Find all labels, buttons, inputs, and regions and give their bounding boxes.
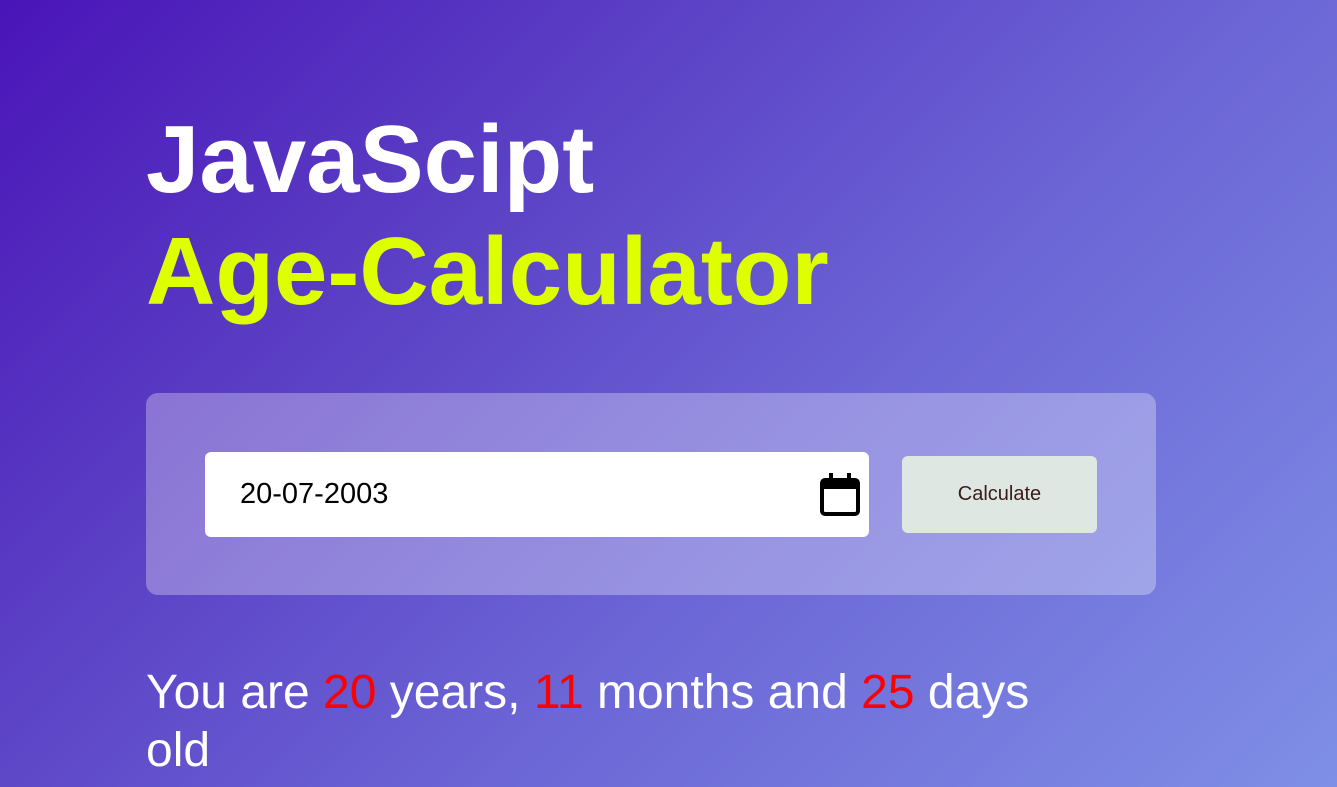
calculate-button[interactable]: Calculate [902,456,1097,533]
title-line-2: Age-Calculator [146,218,829,325]
input-card: 20-07-2003 Calculate [146,393,1156,595]
page-title: JavaScipt Age-Calculator [146,104,829,328]
age-result: You are 20 years, 11 months and 25 days … [146,664,1106,780]
birthdate-value[interactable]: 20-07-2003 [240,477,388,511]
title-line-1: JavaScipt [146,106,595,213]
days-value: 25 [861,666,915,719]
years-label: years, [376,666,534,719]
result-prefix: You are [146,666,324,719]
months-label: months and [583,666,862,719]
years-value: 20 [323,666,377,719]
birthdate-input[interactable]: 20-07-2003 [205,452,869,537]
calendar-icon[interactable] [819,472,861,518]
months-value: 11 [533,666,584,719]
